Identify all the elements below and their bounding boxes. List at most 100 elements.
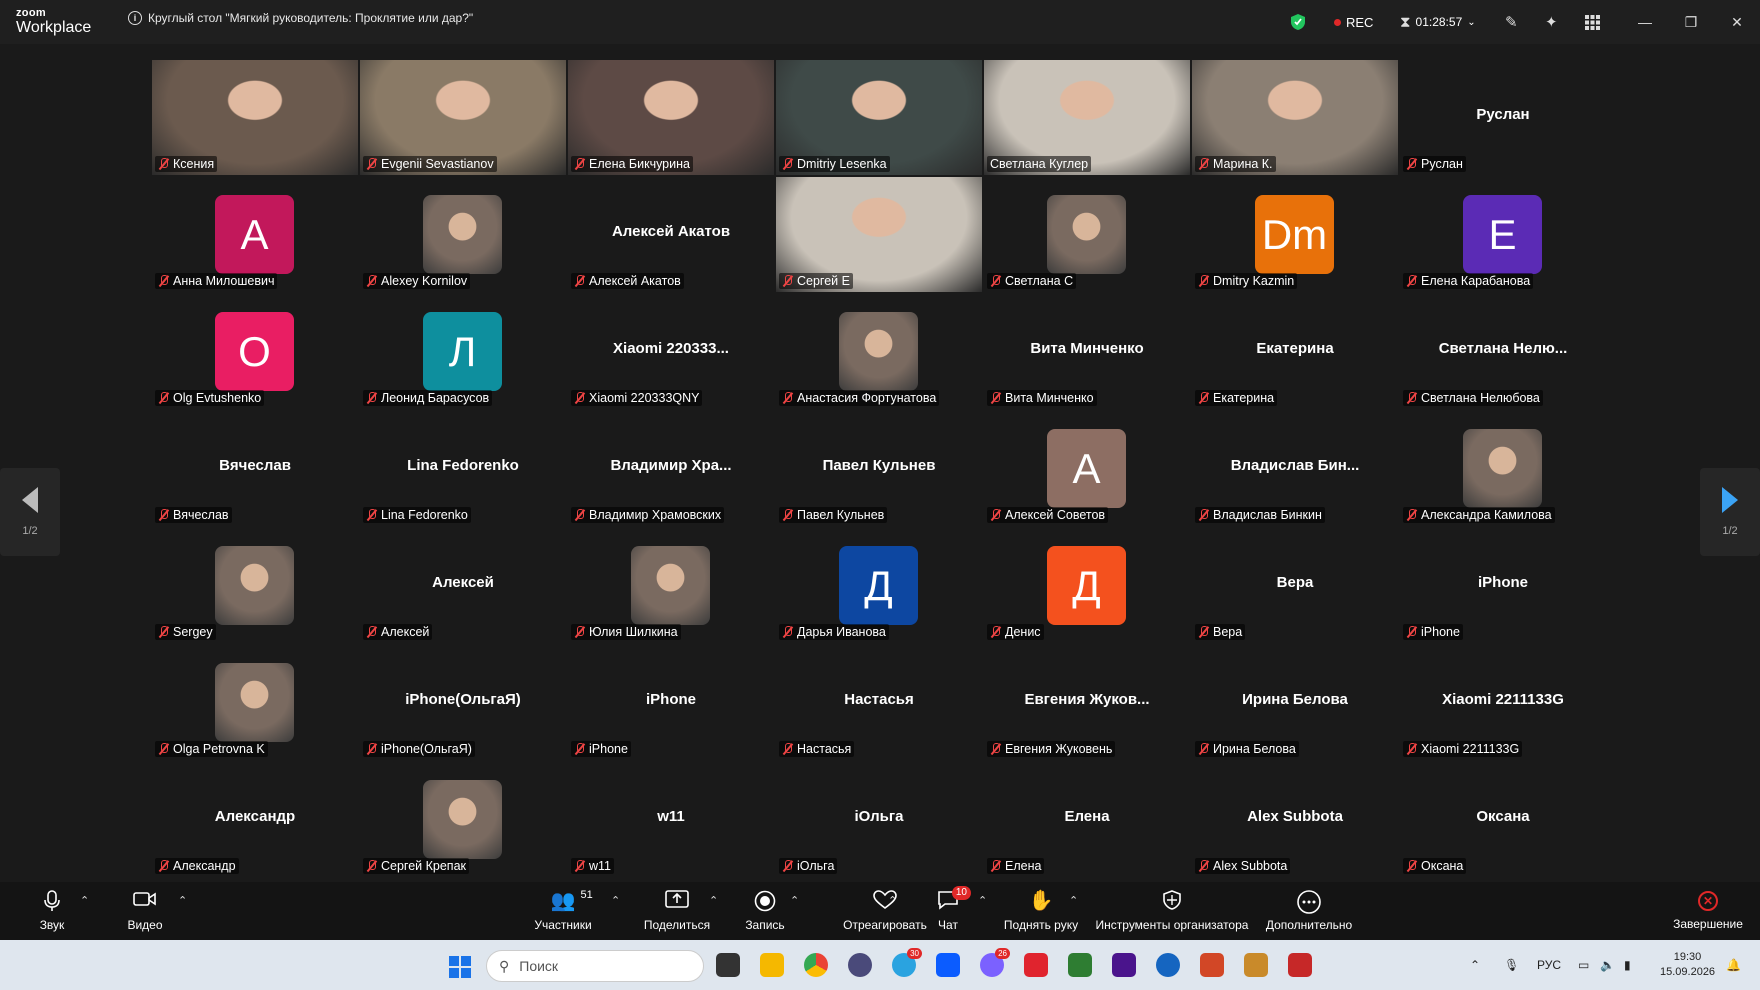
participant-tile[interactable]: w11 w11 xyxy=(568,762,774,877)
chevron-up-icon[interactable]: ⌃ xyxy=(978,894,987,907)
windows-start-icon[interactable] xyxy=(449,956,471,978)
participant-tile[interactable]: Olga Petrovna K xyxy=(152,645,358,760)
chat-button[interactable]: 10 Чат xyxy=(930,882,971,940)
participant-tile[interactable]: Марина К. xyxy=(1192,60,1398,175)
participant-tile[interactable]: Юлия Шилкина xyxy=(568,528,774,643)
minimize-button[interactable]: — xyxy=(1622,0,1668,44)
participant-tile[interactable]: Светлана Куглер xyxy=(984,60,1190,175)
participant-tile[interactable]: Alex Subbota Alex Subbota xyxy=(1192,762,1398,877)
taskbar-clock[interactable]: 19:30 15.09.2026 xyxy=(1660,950,1715,980)
media-icon[interactable] xyxy=(1112,953,1136,977)
volume-icon[interactable]: 🔈 xyxy=(1600,940,1615,990)
chevron-up-icon[interactable]: ⌃ xyxy=(790,894,799,907)
task-view-icon[interactable] xyxy=(716,953,740,977)
participant-tile[interactable]: Evgenii Sevastianov xyxy=(360,60,566,175)
participant-tile[interactable]: Dmitriy Lesenka xyxy=(776,60,982,175)
messenger-icon[interactable]: 26 xyxy=(980,948,1010,977)
participants-button[interactable]: 👥 51 Участники xyxy=(530,882,596,940)
chevron-up-icon[interactable]: ⌃ xyxy=(178,894,187,907)
participant-tile[interactable]: Ксения xyxy=(152,60,358,175)
chevron-up-icon[interactable]: ⌃ xyxy=(1069,894,1078,907)
pdf-icon[interactable] xyxy=(1288,953,1312,977)
record-button[interactable]: Запись xyxy=(740,882,790,940)
participant-tile[interactable]: Вячеслав Вячеслав xyxy=(152,411,358,526)
participant-tile[interactable]: Руслан Руслан xyxy=(1400,60,1606,175)
participant-tile[interactable]: E Елена Карабанова xyxy=(1400,177,1606,292)
restore-button[interactable]: ❐ xyxy=(1668,0,1714,44)
chrome-icon[interactable] xyxy=(804,953,828,977)
participant-tile[interactable]: Елена Елена xyxy=(984,762,1190,877)
participant-tile[interactable]: Sergey xyxy=(152,528,358,643)
powerpoint-icon[interactable] xyxy=(1200,953,1224,977)
participant-tile[interactable]: iPhone iPhone xyxy=(1400,528,1606,643)
chevron-up-icon[interactable]: ⌃ xyxy=(80,894,89,907)
taskbar-search[interactable]: ⚲ Поиск xyxy=(486,950,704,982)
participant-tile[interactable]: Xiaomi 2211133G Xiaomi 2211133G xyxy=(1400,645,1606,760)
participant-tile[interactable]: Xiaomi 220333... Xiaomi 220333QNY xyxy=(568,294,774,409)
participant-tile[interactable]: Сергей Е xyxy=(776,177,982,292)
participant-tile[interactable]: Вера Вера xyxy=(1192,528,1398,643)
participant-tile[interactable]: Александр Александр xyxy=(152,762,358,877)
participant-tile[interactable]: Евгения Жуков... Евгения Жуковень xyxy=(984,645,1190,760)
participant-tile[interactable]: Светлана Нелю... Светлана Нелюбова xyxy=(1400,294,1606,409)
participant-tile[interactable]: iPhone(ОльгаЯ) iPhone(ОльгаЯ) xyxy=(360,645,566,760)
participant-tile[interactable]: Павел Кульнев Павел Кульнев xyxy=(776,411,982,526)
info-icon[interactable]: i xyxy=(128,11,142,25)
vpn-icon[interactable] xyxy=(848,953,872,977)
participant-tile[interactable]: Lina Fedorenko Lina Fedorenko xyxy=(360,411,566,526)
globe-icon[interactable] xyxy=(1156,953,1180,977)
participant-tile[interactable]: iPhone iPhone xyxy=(568,645,774,760)
audio-button[interactable]: Звук xyxy=(30,882,74,940)
more-button[interactable]: Дополнительно xyxy=(1264,882,1354,940)
network-icon[interactable]: ▭ xyxy=(1578,940,1589,990)
participant-tile[interactable]: A Алексей Советов xyxy=(984,411,1190,526)
participant-tile[interactable]: Сергей Крепак xyxy=(360,762,566,877)
next-page-button[interactable]: 1/2 xyxy=(1700,468,1760,556)
participant-tile[interactable]: Владислав Бин... Владислав Бинкин xyxy=(1192,411,1398,526)
excel-icon[interactable] xyxy=(1068,953,1092,977)
language-indicator[interactable]: РУС xyxy=(1537,940,1561,990)
participant-tile[interactable]: iОльга iОльга xyxy=(776,762,982,877)
participant-tile[interactable]: Владимир Хра... Владимир Храмовских xyxy=(568,411,774,526)
ai-companion-icon[interactable]: ✦ xyxy=(1545,0,1558,44)
participant-tile[interactable]: Александра Камилова xyxy=(1400,411,1606,526)
chevron-up-icon[interactable]: ⌃ xyxy=(1470,940,1480,990)
participant-tile[interactable]: Светлана С xyxy=(984,177,1190,292)
participant-tile[interactable]: Алексей Акатов Алексей Акатов xyxy=(568,177,774,292)
end-meeting-button[interactable]: ✕ Завершение xyxy=(1672,882,1744,940)
participant-tile[interactable]: Д Денис xyxy=(984,528,1190,643)
game-icon[interactable] xyxy=(1244,953,1268,977)
chevron-up-icon[interactable]: ⌃ xyxy=(611,894,620,907)
annotate-icon[interactable]: ✎ xyxy=(1505,0,1518,44)
participant-tile[interactable]: A Анна Милошевич xyxy=(152,177,358,292)
meeting-info[interactable]: i Круглый стол "Мягкий руководитель: Про… xyxy=(128,11,473,25)
telegram-icon[interactable]: 30 xyxy=(892,948,922,977)
file-explorer-icon[interactable] xyxy=(760,953,784,977)
encryption-shield-icon[interactable] xyxy=(1290,0,1306,44)
participant-tile[interactable]: Анастасия Фортунатова xyxy=(776,294,982,409)
prev-page-button[interactable]: 1/2 xyxy=(0,468,60,556)
chevron-up-icon[interactable]: ⌃ xyxy=(888,894,897,907)
recording-indicator[interactable]: REC xyxy=(1334,0,1373,44)
video-button[interactable]: Видео xyxy=(122,882,168,940)
share-button[interactable]: Поделиться xyxy=(640,882,714,940)
participant-tile[interactable]: Вита Минченко Вита Минченко xyxy=(984,294,1190,409)
participant-tile[interactable]: Д Дарья Иванова xyxy=(776,528,982,643)
meeting-timer[interactable]: ⧗ 01:28:57 ⌄ xyxy=(1400,0,1476,44)
participant-tile[interactable]: O Olg Evtushenko xyxy=(152,294,358,409)
participant-tile[interactable]: Ирина Белова Ирина Белова xyxy=(1192,645,1398,760)
host-tools-button[interactable]: Инструменты организатора xyxy=(1094,882,1250,940)
close-button[interactable]: ✕ xyxy=(1714,0,1760,44)
app-icon[interactable] xyxy=(1024,953,1048,977)
participant-tile[interactable]: Л Леонид Барасусов xyxy=(360,294,566,409)
react-button[interactable]: Отреагировать xyxy=(838,882,932,940)
participant-tile[interactable]: Екатерина Екатерина xyxy=(1192,294,1398,409)
chevron-up-icon[interactable]: ⌃ xyxy=(709,894,718,907)
microphone-icon[interactable]: 🎙 xyxy=(1504,940,1519,990)
battery-icon[interactable]: ▮ xyxy=(1624,940,1631,990)
notifications-icon[interactable]: 🔔 xyxy=(1726,940,1741,990)
participant-tile[interactable]: Dm Dmitry Kazmin xyxy=(1192,177,1398,292)
participant-tile[interactable]: Alexey Kornilov xyxy=(360,177,566,292)
raise-hand-button[interactable]: ✋ Поднять руку xyxy=(1002,882,1080,940)
zoom-taskbar-icon[interactable] xyxy=(936,953,960,977)
